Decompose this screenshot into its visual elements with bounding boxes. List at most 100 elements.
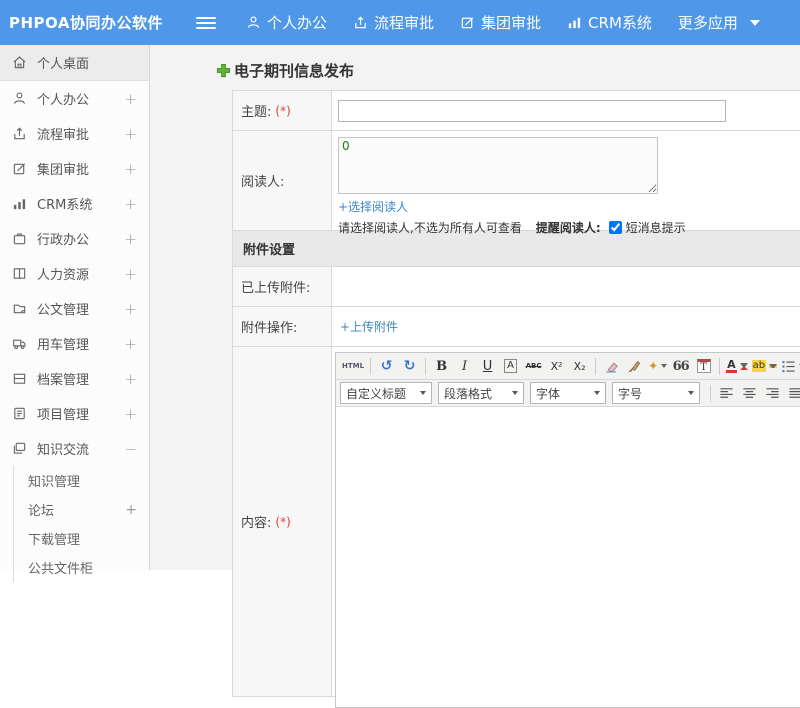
- align-justify-icon: [789, 387, 800, 398]
- layers-icon: [13, 442, 26, 454]
- add-icon: [216, 63, 231, 78]
- hamburger-menu-icon[interactable]: [196, 16, 216, 29]
- ordered-list-button[interactable]: [780, 356, 800, 377]
- sidebar-item-personal-desktop[interactable]: 个人桌面: [0, 45, 149, 81]
- editor-content-area[interactable]: [336, 407, 800, 707]
- subject-input[interactable]: [338, 99, 726, 122]
- custom-heading-select[interactable]: 自定义标题: [340, 382, 432, 404]
- font-color-button[interactable]: A: [725, 356, 749, 377]
- sidebar-subitem-forum[interactable]: 论坛 +: [14, 495, 149, 524]
- font-family-select[interactable]: 字体: [530, 382, 606, 404]
- align-center-button[interactable]: [739, 383, 760, 404]
- sidebar-item-human-resources[interactable]: 人力资源 +: [0, 256, 149, 291]
- format-brush-button[interactable]: [624, 356, 645, 377]
- expand-toggle[interactable]: +: [124, 125, 137, 143]
- editor-toolbar-row1: HTML ↺ ↻ B I U A ABC X² X₂ ✦ 66 T A ab: [336, 353, 800, 380]
- nav-personal-office[interactable]: 个人办公: [246, 12, 327, 33]
- chevron-down-icon: [420, 391, 426, 395]
- app-logo: PHPOA协同办公软件: [9, 14, 163, 32]
- truck-icon: [13, 339, 26, 349]
- html-source-button[interactable]: HTML: [341, 356, 365, 377]
- attachment-action-label: 附件操作:: [233, 307, 332, 346]
- sidebar-item-personal-office[interactable]: 个人办公 +: [0, 81, 149, 116]
- sms-remind-checkbox[interactable]: [608, 221, 622, 234]
- nav-label: CRM系统: [588, 14, 652, 32]
- underline-button[interactable]: U: [477, 356, 498, 377]
- eraser-icon: [606, 362, 618, 372]
- subject-label: 主题: (*): [233, 91, 332, 130]
- nav-crm-system[interactable]: CRM系统: [567, 12, 652, 33]
- redo-button[interactable]: ↻: [399, 356, 420, 377]
- toolbar-separator: [425, 357, 427, 375]
- uploaded-attachments-row: 已上传附件:: [233, 267, 800, 307]
- subject-row: 主题: (*): [233, 91, 800, 131]
- font-style-button[interactable]: A: [500, 356, 521, 377]
- chevron-down-icon: [512, 391, 518, 395]
- chevron-down-icon: [739, 362, 748, 370]
- expand-toggle[interactable]: +: [124, 195, 137, 213]
- quick-format-button[interactable]: ✦: [647, 356, 668, 377]
- superscript-button[interactable]: X²: [546, 356, 567, 377]
- toolbar-separator: [595, 357, 597, 375]
- sidebar: 个人桌面 个人办公 + 流程审批 + 集团审批 + CRM系统 + 行政办公 +…: [0, 45, 150, 582]
- expand-toggle[interactable]: +: [124, 230, 137, 248]
- subscript-button[interactable]: X₂: [569, 356, 590, 377]
- align-justify-button[interactable]: [785, 383, 800, 404]
- publish-form: 主题: (*) 阅读人: 0 +选择阅读人 请选择阅读人,不选为所有人可查看 提…: [232, 90, 800, 708]
- sidebar-subitem-download-management[interactable]: 下载管理: [14, 524, 149, 553]
- nav-process-approval[interactable]: 流程审批: [353, 12, 434, 33]
- sidebar-item-project-management[interactable]: 项目管理 +: [0, 396, 149, 431]
- align-left-button[interactable]: [716, 383, 737, 404]
- sidebar-item-knowledge-exchange[interactable]: 知识交流 −: [0, 431, 149, 466]
- align-left-icon: [720, 387, 733, 398]
- folder-icon: [13, 304, 26, 314]
- chevron-down-icon[interactable]: [749, 19, 760, 26]
- strikethrough-button[interactable]: ABC: [523, 356, 544, 377]
- select-readers-link[interactable]: +选择阅读人: [338, 198, 408, 215]
- eraser-button[interactable]: [601, 356, 622, 377]
- person-icon: [14, 92, 25, 104]
- readers-hint-line: 请选择阅读人,不选为所有人可查看 提醒阅读人: 短消息提示: [338, 219, 800, 236]
- chevron-down-icon: [661, 364, 668, 368]
- sidebar-item-vehicle-management[interactable]: 用车管理 +: [0, 326, 149, 361]
- expand-toggle[interactable]: +: [124, 370, 137, 388]
- expand-toggle[interactable]: +: [124, 300, 137, 318]
- nav-more-apps[interactable]: 更多应用: [678, 12, 760, 33]
- upload-attachment-link[interactable]: +上传附件: [340, 318, 398, 335]
- undo-button[interactable]: ↺: [376, 356, 397, 377]
- sidebar-item-label: 集团审批: [37, 163, 90, 178]
- italic-button[interactable]: I: [454, 356, 475, 377]
- archive-icon: [13, 373, 26, 384]
- editor-toolbar-row2: 自定义标题 段落格式 字体 字号: [336, 380, 800, 407]
- blockquote-button[interactable]: 66: [670, 356, 691, 377]
- expand-toggle[interactable]: +: [124, 90, 137, 108]
- sidebar-item-group-approval[interactable]: 集团审批 +: [0, 151, 149, 186]
- nav-group-approval[interactable]: 集团审批: [460, 12, 541, 33]
- sidebar-subitem-public-file-cabinet[interactable]: 公共文件柜: [14, 553, 149, 582]
- readers-textarea[interactable]: 0: [338, 137, 658, 194]
- paragraph-format-select[interactable]: 段落格式: [438, 382, 524, 404]
- sidebar-subitem-label: 知识管理: [28, 475, 81, 490]
- sidebar-item-archive-management[interactable]: 档案管理 +: [0, 361, 149, 396]
- expand-toggle[interactable]: +: [125, 502, 137, 518]
- align-right-button[interactable]: [762, 383, 783, 404]
- expand-toggle[interactable]: +: [124, 265, 137, 283]
- sidebar-subitem-knowledge-management[interactable]: 知识管理: [14, 466, 149, 495]
- sidebar-item-crm-system[interactable]: CRM系统 +: [0, 186, 149, 221]
- highlight-color-button[interactable]: ab: [751, 356, 778, 377]
- paste-text-button[interactable]: T: [693, 356, 714, 377]
- brush-icon: [628, 360, 641, 372]
- toolbar-separator: [370, 357, 372, 375]
- sidebar-item-admin-office[interactable]: 行政办公 +: [0, 221, 149, 256]
- collapse-toggle[interactable]: −: [124, 440, 137, 458]
- expand-toggle[interactable]: +: [124, 160, 137, 178]
- bold-button[interactable]: B: [431, 356, 452, 377]
- process-arrow-icon: [355, 16, 366, 29]
- bar-chart-icon: [568, 17, 581, 29]
- font-size-select[interactable]: 字号: [612, 382, 700, 404]
- sidebar-item-process-approval[interactable]: 流程审批 +: [0, 116, 149, 151]
- sidebar-item-document-management[interactable]: 公文管理 +: [0, 291, 149, 326]
- expand-toggle[interactable]: +: [124, 335, 137, 353]
- sidebar-item-label: 个人办公: [37, 93, 90, 108]
- expand-toggle[interactable]: +: [124, 405, 137, 423]
